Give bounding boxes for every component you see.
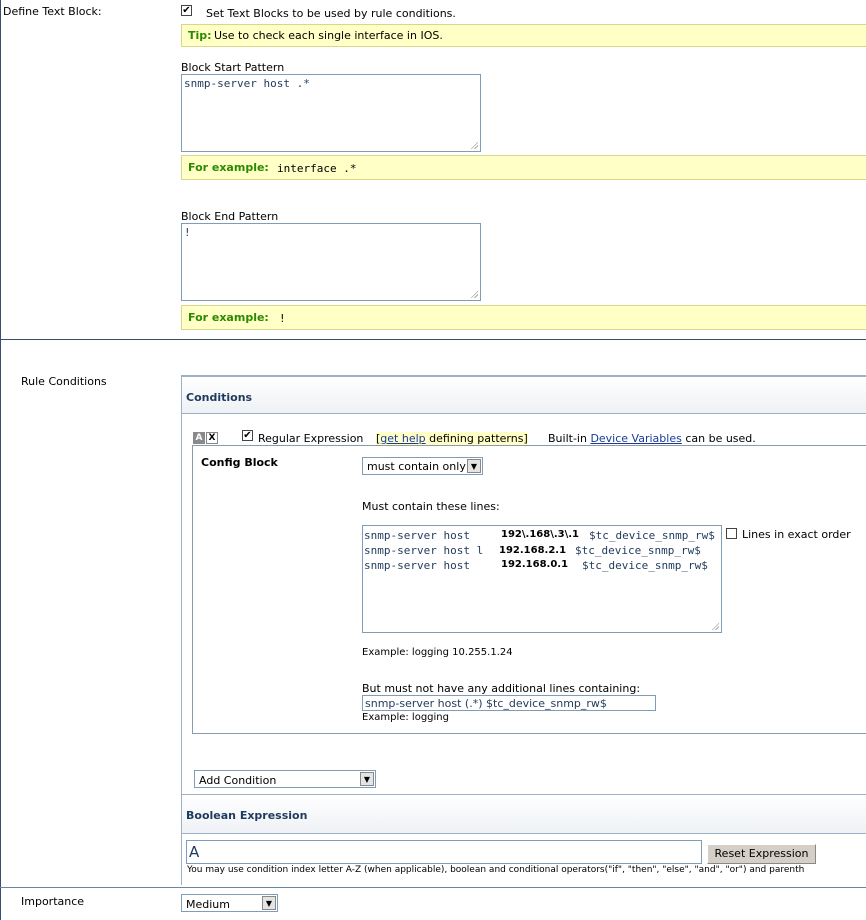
boolean-input[interactable]: A (186, 840, 702, 864)
list-item: snmp-server host 192.168.0.1 $tc_device_… (364, 559, 720, 573)
example-text: Example: logging (362, 712, 449, 723)
regex-checkbox[interactable]: ✔ (242, 430, 253, 441)
tip-text: Use to check each single interface in IO… (214, 29, 443, 42)
importance-select[interactable]: Medium ▼ (181, 894, 278, 912)
resize-grip-icon[interactable] (470, 290, 478, 298)
builtin-suffix: can be used. (681, 432, 756, 445)
boolean-title: Boolean Expression (186, 809, 308, 822)
line-ip: 192.168.0.1 (501, 559, 569, 570)
line-prefix: snmp-server host (364, 559, 470, 572)
conditions-title: Conditions (186, 391, 253, 404)
must-not-label: But must not have any additional lines c… (362, 682, 641, 695)
block-end-label: Block End Pattern (181, 210, 279, 223)
list-item: snmp-server host 192\.168\.3\.1 $tc_devi… (364, 529, 720, 543)
boolean-header: Boolean Expression (182, 794, 866, 834)
define-text-block-label: Define Text Block: (3, 5, 102, 18)
block-start-value: snmp-server host .* (184, 77, 310, 90)
add-condition-select[interactable]: Add Condition ▼ (194, 770, 376, 788)
checkmark-icon: ✔ (182, 5, 191, 16)
block-start-textarea[interactable]: snmp-server host .* (181, 74, 481, 152)
device-variables-link[interactable]: Device Variables (590, 432, 681, 445)
help-bracket-close: ] (523, 432, 528, 445)
line-suffix: $tc_device_snmp_rw$ (575, 544, 701, 557)
exact-order-checkbox[interactable] (726, 528, 737, 539)
config-block-label: Config Block (201, 456, 278, 469)
boolean-value: A (189, 843, 200, 861)
mode-select-value: must contain only (367, 460, 466, 473)
builtin-prefix: Built-in (548, 432, 591, 445)
set-text-blocks-label: Set Text Blocks to be used by rule condi… (206, 7, 456, 20)
must-contain-label: Must contain these lines: (362, 500, 500, 513)
mode-select[interactable]: must contain only ▼ (362, 457, 483, 475)
block-end-value: ! (184, 226, 191, 239)
importance-value: Medium (186, 898, 230, 911)
end-example-prefix: For example: (188, 311, 269, 324)
get-help-link[interactable]: get help (380, 432, 425, 445)
reset-expression-button[interactable]: Reset Expression (707, 844, 816, 864)
set-text-blocks-checkbox[interactable]: ✔ (181, 5, 192, 16)
boolean-hint: You may use condition index letter A-Z (… (187, 865, 805, 875)
end-example-value: ! (279, 312, 286, 325)
line-prefix: snmp-server host (364, 529, 470, 542)
line-prefix: snmp-server host l (364, 544, 484, 557)
importance-label: Importance (21, 895, 85, 908)
rule-conditions-label: Rule Conditions (21, 375, 107, 388)
exact-order-label: Lines in exact order (742, 528, 851, 541)
add-condition-value: Add Condition (199, 774, 277, 787)
example-text: Example: logging 10.255.1.24 (362, 647, 513, 658)
resize-grip-icon[interactable] (470, 141, 478, 149)
start-example-value: interface .* (277, 162, 357, 175)
section-divider (0, 339, 866, 340)
builtin-vars-text: Built-in Device Variables can be used. (548, 432, 756, 445)
must-contain-textarea[interactable]: snmp-server host 192\.168\.3\.1 $tc_devi… (362, 525, 722, 633)
list-item: snmp-server host l 192.168.2.1 $tc_devic… (364, 544, 720, 558)
start-example-bar: For example: interface .* (181, 155, 866, 180)
chevron-down-icon: ▼ (262, 896, 276, 910)
help-patterns: [get help defining patterns] (376, 432, 528, 445)
line-suffix: $tc_device_snmp_rw$ (582, 559, 708, 572)
chevron-down-icon: ▼ (360, 772, 374, 786)
line-suffix: $tc_device_snmp_rw$ (589, 529, 715, 542)
regex-label: Regular Expression (258, 432, 364, 445)
tip-bar: Tip: Use to check each single interface … (181, 24, 866, 47)
checkmark-icon: ✔ (243, 430, 252, 441)
delete-condition-icon[interactable]: X (206, 432, 218, 444)
block-start-label: Block Start Pattern (181, 61, 285, 74)
start-example-prefix: For example: (188, 161, 269, 174)
must-not-input[interactable]: snmp-server host (.*) $tc_device_snmp_rw… (362, 695, 656, 711)
line-ip: 192\.168\.3\.1 (501, 529, 580, 540)
end-example-bar: For example: ! (181, 305, 866, 330)
block-end-textarea[interactable]: ! (181, 223, 481, 301)
line-ip: 192.168.2.1 (499, 545, 567, 556)
conditions-header: Conditions (182, 376, 866, 414)
section-divider (0, 887, 866, 888)
resize-grip-icon[interactable] (711, 622, 719, 630)
must-not-value: snmp-server host (.*) $tc_device_snmp_rw… (365, 697, 607, 710)
chevron-down-icon: ▼ (467, 459, 481, 473)
tip-prefix: Tip: (188, 29, 212, 42)
left-column-border (0, 0, 1, 920)
help-suffix: defining patterns (425, 432, 524, 445)
condition-index-badge: A (193, 432, 205, 444)
